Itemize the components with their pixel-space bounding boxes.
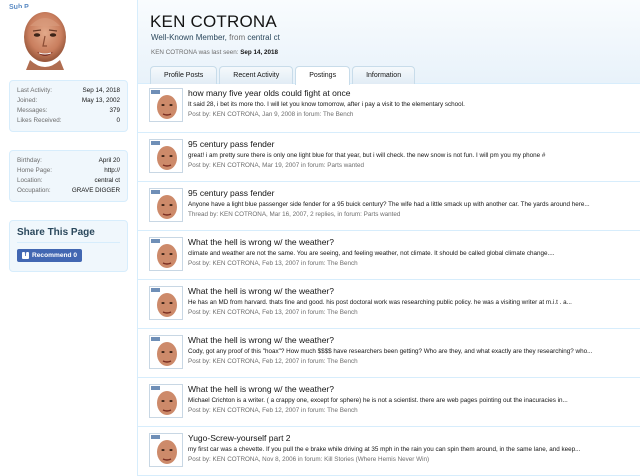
post-title-link[interactable]: Yugo-Screw-yourself part 2 bbox=[188, 433, 291, 443]
post-snippet: my first car was a chevette. If you pull… bbox=[188, 446, 581, 453]
avatar-thumb-image bbox=[150, 336, 182, 368]
post-meta: Post by: KEN COTRONA, Feb 13, 2007 in fo… bbox=[188, 260, 358, 267]
tab-profile-posts[interactable]: Profile Posts bbox=[150, 66, 218, 84]
avatar-area: Sub P bbox=[0, 0, 137, 78]
stat-label: Last Activity: bbox=[17, 87, 52, 94]
homepage-link[interactable]: http:// bbox=[104, 166, 120, 176]
facebook-recommend-button[interactable]: f Recommend 0 bbox=[17, 249, 83, 262]
list-item: What the hell is wrong w/ the weather? cl… bbox=[138, 231, 640, 280]
avatar-thumb-image bbox=[150, 140, 182, 172]
avatar[interactable] bbox=[18, 8, 72, 70]
facebook-icon: f bbox=[22, 252, 29, 259]
avatar-thumb-image bbox=[150, 385, 182, 417]
post-meta: Post by: KEN COTRONA, Jan 9, 2008 in for… bbox=[188, 111, 354, 118]
tab-information[interactable]: Information bbox=[352, 66, 416, 84]
list-item: how many five year olds could fight at o… bbox=[138, 84, 640, 133]
location-link[interactable]: central ct bbox=[94, 176, 120, 186]
avatar[interactable] bbox=[149, 88, 183, 122]
post-meta: Post by: KEN COTRONA, Nov 8, 2006 in for… bbox=[188, 456, 430, 463]
last-seen-label: KEN COTRONA was last seen: bbox=[151, 49, 239, 56]
avatar[interactable] bbox=[149, 384, 183, 418]
detail-homepage: Home Page: http:// bbox=[17, 166, 120, 176]
share-box: Share This Page f Recommend 0 bbox=[9, 220, 128, 272]
post-snippet: great! i am pretty sure there is only on… bbox=[188, 152, 546, 159]
detail-birthday: Birthday: April 20 bbox=[17, 156, 120, 166]
stat-value: Sep 14, 2018 bbox=[82, 87, 120, 94]
avatar-thumb-image bbox=[150, 434, 182, 466]
profile-sidebar: Sub P Last Activity: Sep 14, 2018 Joined… bbox=[0, 0, 137, 476]
post-title-link[interactable]: What the hell is wrong w/ the weather? bbox=[188, 286, 334, 296]
stat-value: May 13, 2002 bbox=[81, 97, 120, 104]
stat-value[interactable]: 379 bbox=[109, 106, 120, 116]
detail-label: Location: bbox=[17, 177, 43, 184]
detail-occupation: Occupation: GRAVE DIGGER bbox=[17, 186, 120, 196]
post-title-link[interactable]: What the hell is wrong w/ the weather? bbox=[188, 384, 334, 394]
stat-joined: Joined: May 13, 2002 bbox=[17, 96, 120, 106]
post-meta: Thread by: KEN COTRONA, Mar 16, 2007, 2 … bbox=[188, 211, 401, 218]
list-item: What the hell is wrong w/ the weather? He… bbox=[138, 280, 640, 329]
list-item: 95 century pass fender Anyone have a ligh… bbox=[138, 182, 640, 231]
detail-label: Home Page: bbox=[17, 167, 53, 174]
user-title: Well-Known Member, from central ct bbox=[151, 33, 280, 42]
detail-value: April 20 bbox=[98, 157, 120, 164]
facebook-recommend-label: Recommend 0 bbox=[32, 252, 78, 259]
user-location-link[interactable]: central ct bbox=[247, 33, 279, 42]
detail-label: Occupation: bbox=[17, 187, 51, 194]
avatar[interactable] bbox=[149, 188, 183, 222]
user-rank: Well-Known Member, bbox=[151, 33, 227, 42]
post-snippet: Michael Crichton is a writer. ( a crappy… bbox=[188, 397, 568, 404]
share-title: Share This Page bbox=[17, 227, 120, 243]
tab-postings[interactable]: Postings bbox=[295, 66, 351, 85]
post-snippet: He has an MD from harvard. thats fine an… bbox=[188, 299, 572, 306]
post-title-link[interactable]: 95 century pass fender bbox=[188, 188, 274, 198]
avatar-thumb-image bbox=[150, 189, 182, 221]
avatar[interactable] bbox=[149, 433, 183, 467]
list-item: Yugo-Screw-yourself part 2 my first car w… bbox=[138, 427, 640, 476]
post-snippet: climate and weather are not the same. Yo… bbox=[188, 250, 555, 257]
stats-box: Last Activity: Sep 14, 2018 Joined: May … bbox=[9, 80, 128, 132]
stat-value: 0 bbox=[116, 117, 120, 124]
details-box: Birthday: April 20 Home Page: http:// Lo… bbox=[9, 150, 128, 202]
post-title-link[interactable]: What the hell is wrong w/ the weather? bbox=[188, 335, 334, 345]
list-item: What the hell is wrong w/ the weather? Mi… bbox=[138, 378, 640, 427]
stat-messages[interactable]: Messages: 379 bbox=[17, 106, 120, 116]
post-meta: Post by: KEN COTRONA, Feb 13, 2007 in fo… bbox=[188, 309, 358, 316]
detail-label: Birthday: bbox=[17, 157, 42, 164]
stat-label: Joined: bbox=[17, 97, 38, 104]
profile-header: KEN COTRONA Well-Known Member, from cent… bbox=[138, 0, 640, 85]
post-meta: Post by: KEN COTRONA, Feb 12, 2007 in fo… bbox=[188, 358, 358, 365]
stat-last-activity: Last Activity: Sep 14, 2018 bbox=[17, 86, 120, 96]
list-item: What the hell is wrong w/ the weather? Co… bbox=[138, 329, 640, 378]
avatar[interactable] bbox=[149, 286, 183, 320]
detail-location: Location: central ct bbox=[17, 176, 120, 186]
list-item: 95 century pass fender great! i am pretty… bbox=[138, 133, 640, 182]
from-label: from bbox=[229, 33, 246, 42]
avatar[interactable] bbox=[149, 139, 183, 173]
stat-label: Messages: bbox=[17, 107, 48, 114]
avatar-thumb-image bbox=[150, 287, 182, 319]
post-snippet: Cody, got any proof of this "hoax"? How … bbox=[188, 348, 593, 355]
detail-value: GRAVE DIGGER bbox=[71, 187, 120, 194]
last-seen-date: Sep 14, 2018 bbox=[240, 49, 279, 56]
avatar-thumb-image bbox=[150, 238, 182, 270]
profile-main: KEN COTRONA Well-Known Member, from cent… bbox=[137, 0, 640, 476]
post-meta: Post by: KEN COTRONA, Feb 12, 2007 in fo… bbox=[188, 407, 358, 414]
post-title-link[interactable]: What the hell is wrong w/ the weather? bbox=[188, 237, 334, 247]
post-snippet: It said 28, i bet its more tho. I will l… bbox=[188, 101, 465, 108]
post-snippet: Anyone have a light blue passenger side … bbox=[188, 201, 590, 208]
last-seen: KEN COTRONA was last seen: Sep 14, 2018 bbox=[151, 49, 278, 56]
post-title-link[interactable]: how many five year olds could fight at o… bbox=[188, 88, 351, 98]
post-meta: Post by: KEN COTRONA, Mar 19, 2007 in fo… bbox=[188, 162, 365, 169]
post-title-link[interactable]: 95 century pass fender bbox=[188, 139, 274, 149]
avatar[interactable] bbox=[149, 237, 183, 271]
avatar[interactable] bbox=[149, 335, 183, 369]
page-title: KEN COTRONA bbox=[150, 12, 277, 31]
postings-list: how many five year olds could fight at o… bbox=[138, 84, 640, 476]
stat-label: Likes Received: bbox=[17, 117, 62, 124]
avatar-thumb-image bbox=[150, 89, 182, 121]
profile-tabs: Profile Posts Recent Activity Postings I… bbox=[150, 66, 416, 85]
stat-likes: Likes Received: 0 bbox=[17, 116, 120, 126]
tab-recent-activity[interactable]: Recent Activity bbox=[219, 66, 294, 84]
